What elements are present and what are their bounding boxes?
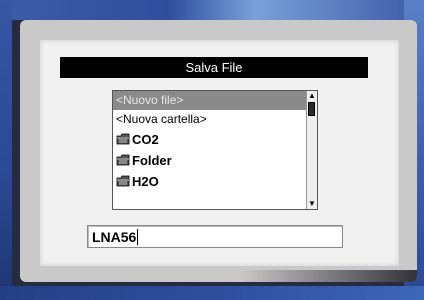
- list-item-label: <Nuovo file>: [116, 93, 184, 107]
- folder-icon: [116, 154, 130, 166]
- frame-top: [0, 0, 424, 20]
- list-item-label: <Nuova cartella>: [116, 112, 207, 126]
- list-item-label: CO2: [132, 132, 159, 147]
- device-bezel: Salva File <Nuovo file> <Nuova cartella>…: [0, 0, 424, 300]
- list-scrollbar[interactable]: ▲ ▼: [306, 91, 317, 209]
- list-item-new-folder[interactable]: <Nuova cartella>: [113, 110, 306, 129]
- filename-value: LNA56: [92, 229, 137, 245]
- list-item-folder-folder[interactable]: Folder: [113, 151, 306, 170]
- screen-shadow: [240, 270, 417, 282]
- folder-icon: [116, 133, 130, 145]
- frame-left: [0, 0, 12, 300]
- list-item-label: Folder: [132, 153, 172, 168]
- folder-icon: [116, 175, 130, 187]
- dialog-title: Salva File: [60, 57, 368, 78]
- scroll-down-arrow-icon[interactable]: ▼: [308, 200, 316, 208]
- list-item-folder-co2[interactable]: CO2: [113, 130, 306, 149]
- scroll-thumb[interactable]: [308, 102, 315, 116]
- list-item-new-file[interactable]: <Nuovo file>: [113, 91, 306, 110]
- list-item-folder-h2o[interactable]: H2O: [113, 172, 306, 191]
- frame-bottom: [0, 286, 424, 300]
- list-item-label: H2O: [132, 174, 159, 189]
- display-screen: Salva File <Nuovo file> <Nuova cartella>…: [20, 20, 417, 282]
- file-listbox[interactable]: <Nuovo file> <Nuova cartella> CO2 Folder…: [112, 90, 318, 210]
- file-list: <Nuovo file> <Nuova cartella> CO2 Folder…: [113, 91, 306, 209]
- text-cursor: [137, 229, 139, 245]
- scroll-up-arrow-icon[interactable]: ▲: [308, 92, 316, 100]
- filename-input[interactable]: LNA56: [87, 225, 343, 248]
